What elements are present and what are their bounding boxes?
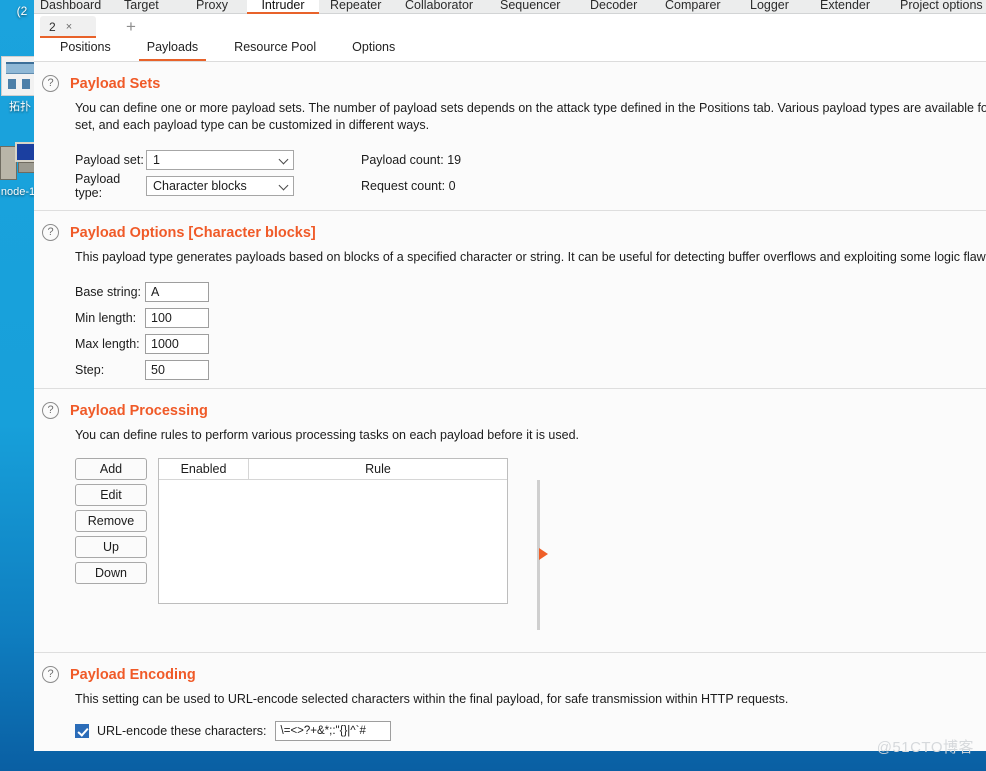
- rules-table-header: Enabled Rule: [159, 459, 507, 480]
- section-payload-options: ? Payload Options [Character blocks] Thi…: [34, 211, 986, 389]
- subtab-options[interactable]: Options: [334, 38, 413, 61]
- payload-option-input[interactable]: 100: [145, 308, 209, 328]
- chevron-down-icon: [278, 180, 289, 191]
- payload-sets-fields: Payload set: 1 Payload count: 19 Payload…: [75, 147, 986, 200]
- subtab-positions[interactable]: Positions: [42, 38, 129, 61]
- url-encode-row: URL-encode these characters: \=<>?+&*;:"…: [75, 721, 986, 741]
- payload-option-label: Step:: [75, 363, 105, 377]
- subtab-resource-pool[interactable]: Resource Pool: [216, 38, 334, 61]
- watermark: @51CTO博客: [876, 739, 974, 756]
- payload-option-row: Step: 50: [75, 357, 986, 383]
- payload-set-select[interactable]: 1: [146, 150, 294, 170]
- section-description: You can define one or more payload sets.…: [75, 101, 986, 132]
- edit-button[interactable]: Edit: [75, 484, 147, 506]
- main-tab-sequencer[interactable]: Sequencer: [500, 0, 560, 14]
- main-tab-collaborator[interactable]: Collaborator: [405, 0, 473, 14]
- payload-option-row: Base string: A: [75, 279, 986, 305]
- payload-option-row: Min length: 100: [75, 305, 986, 331]
- main-tab-dashboard[interactable]: Dashboard: [40, 0, 101, 14]
- column-header-rule: Rule: [365, 462, 391, 476]
- payload-type-value: Character blocks: [153, 179, 247, 193]
- remove-button[interactable]: Remove: [75, 510, 147, 532]
- attack-tab-label: 2: [49, 20, 56, 34]
- request-count-value: 0: [448, 179, 456, 193]
- main-tab-target[interactable]: Target: [124, 0, 159, 14]
- main-tab-proxy[interactable]: Proxy: [196, 0, 228, 14]
- payload-sets-header: ? Payload Sets: [34, 62, 986, 92]
- payload-set-row: Payload set: 1 Payload count: 19: [75, 147, 986, 173]
- payload-encoding-header: ? Payload Encoding: [34, 653, 986, 683]
- payload-set-label: Payload set:: [75, 153, 144, 167]
- section-description: You can define rules to perform various …: [75, 428, 579, 442]
- payload-option-input[interactable]: A: [145, 282, 209, 302]
- help-icon[interactable]: ?: [42, 224, 59, 241]
- payload-count-label: Payload count:: [361, 153, 444, 167]
- section-payload-sets: ? Payload Sets You can define one or mor…: [34, 62, 986, 211]
- payload-option-label: Base string:: [75, 285, 142, 299]
- main-tab-extender[interactable]: Extender: [820, 0, 870, 14]
- expand-arrow-icon[interactable]: [539, 548, 548, 560]
- payload-count-row: Payload count: 19: [361, 153, 461, 167]
- payload-option-row: Max length: 1000: [75, 331, 986, 357]
- section-description: This payload type generates payloads bas…: [75, 250, 986, 264]
- close-icon[interactable]: ×: [66, 21, 72, 33]
- up-button[interactable]: Up: [75, 536, 147, 558]
- main-tab-intruder[interactable]: Intruder: [247, 0, 319, 14]
- column-header-enabled: Enabled: [159, 459, 249, 479]
- attack-tab-bar: 2 × +: [34, 14, 986, 38]
- main-tab-logger[interactable]: Logger: [750, 0, 789, 14]
- section-title: Payload Processing: [70, 402, 208, 419]
- main-tab-list: Dashboard Target Proxy Intruder Repeater Coll…: [34, 0, 986, 14]
- url-encode-characters-input[interactable]: \=<>?+&*;:"{}|^`#: [274, 721, 391, 741]
- main-tab-repeater[interactable]: Repeater: [330, 0, 381, 14]
- main-tab-bar: Dashboard Target Proxy Intruder Repeater Coll…: [34, 0, 986, 14]
- rules-table[interactable]: Enabled Rule: [158, 458, 508, 604]
- request-count-row: Request count: 0: [361, 179, 456, 193]
- payload-processing-header: ? Payload Processing: [34, 389, 986, 419]
- payload-option-input[interactable]: 50: [145, 360, 209, 380]
- subtab-payloads[interactable]: Payloads: [129, 38, 216, 61]
- chevron-down-icon: [278, 154, 289, 165]
- payload-processing-body: Add Edit Remove Up Down Enabled Rule: [75, 458, 986, 604]
- help-icon[interactable]: ?: [42, 402, 59, 419]
- payload-options-fields: Base string: A Min length: 100 Max length: 10…: [75, 279, 986, 383]
- help-icon[interactable]: ?: [42, 75, 59, 92]
- attack-tab-2[interactable]: 2 ×: [40, 16, 96, 38]
- burp-suite-window: Dashboard Target Proxy Intruder Repeater Coll…: [34, 0, 986, 751]
- main-tab-project-options[interactable]: Project options: [900, 0, 983, 14]
- payload-options-header: ? Payload Options [Character blocks]: [34, 211, 986, 241]
- payload-processing-buttons: Add Edit Remove Up Down: [75, 458, 147, 604]
- section-description: This setting can be used to URL-encode s…: [75, 692, 789, 706]
- payload-option-label: Max length:: [75, 337, 140, 351]
- add-button[interactable]: Add: [75, 458, 147, 480]
- section-title: Payload Options [Character blocks]: [70, 224, 316, 241]
- intruder-subtab-bar: Positions Payloads Resource Pool Options: [34, 38, 986, 62]
- payload-type-select[interactable]: Character blocks: [146, 176, 294, 196]
- url-encode-checkbox[interactable]: [75, 724, 89, 738]
- help-icon[interactable]: ?: [42, 666, 59, 683]
- payload-type-label: Payload type:: [75, 172, 121, 200]
- payload-count-value: 19: [447, 153, 462, 167]
- payload-option-input[interactable]: 1000: [145, 334, 209, 354]
- new-tab-icon[interactable]: +: [126, 18, 136, 35]
- down-button[interactable]: Down: [75, 562, 147, 584]
- payload-type-row: Payload type: Character blocks Request c…: [75, 172, 986, 200]
- request-count-label: Request count:: [361, 179, 446, 193]
- main-tab-comparer[interactable]: Comparer: [665, 0, 721, 14]
- payload-option-label: Min length:: [75, 311, 137, 325]
- my-computer-icon: [0, 140, 38, 184]
- payloads-panel: ? Payload Sets You can define one or mor…: [34, 62, 986, 751]
- request-count-group: Request count: 0: [361, 177, 456, 195]
- main-tab-decoder[interactable]: Decoder: [590, 0, 637, 14]
- section-title: Payload Sets: [70, 75, 161, 92]
- rules-table-body[interactable]: [159, 480, 507, 604]
- url-encode-label: URL-encode these characters:: [97, 724, 267, 738]
- section-payload-processing: ? Payload Processing You can define rule…: [34, 389, 986, 653]
- payload-set-value: 1: [153, 153, 160, 167]
- section-payload-encoding: ? Payload Encoding This setting can be u…: [34, 653, 986, 751]
- payload-count-group: Payload count: 19: [361, 151, 461, 169]
- section-title: Payload Encoding: [70, 666, 196, 683]
